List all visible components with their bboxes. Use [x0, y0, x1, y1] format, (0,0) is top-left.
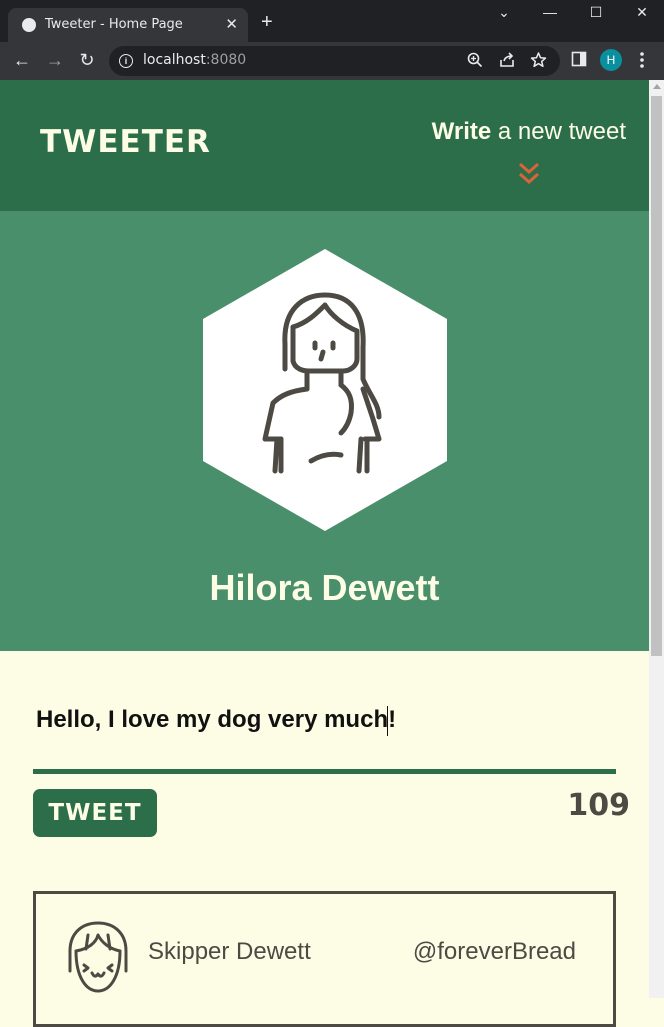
write-new-tweet-link[interactable]: Write a new tweet [432, 118, 626, 146]
maximize-button[interactable]: ☐ [586, 4, 606, 21]
close-tab-icon[interactable]: ✕ [225, 15, 238, 33]
site-header: Tweeter Write a new tweet [0, 80, 649, 211]
side-panel-icon[interactable] [571, 51, 587, 67]
character-counter: 109 [567, 788, 630, 823]
browser-toolbar: ← → ↻ i localhost:8080 H [0, 42, 664, 80]
tab-title: Tweeter - Home Page [45, 17, 183, 32]
zoom-icon[interactable] [467, 51, 483, 69]
profile-name: Hilora Dewett [209, 567, 440, 608]
globe-icon [22, 18, 36, 32]
browser-title-bar: Tweeter - Home Page ✕ + ⌄ — ☐ ✕ [0, 0, 664, 42]
url-text[interactable]: localhost:8080 [143, 52, 246, 68]
bookmark-star-icon[interactable] [530, 51, 547, 69]
minimize-button[interactable]: — [540, 4, 560, 20]
close-window-button[interactable]: ✕ [632, 4, 652, 21]
tweet-author-name: Skipper Dewett [148, 938, 311, 965]
profile-avatar-hexagon [203, 249, 447, 531]
user-avatar-icon [68, 921, 128, 993]
scrollbar[interactable] [649, 80, 664, 998]
site-info-icon[interactable]: i [119, 54, 133, 68]
share-icon[interactable] [499, 51, 515, 69]
compose-divider [33, 769, 616, 774]
tweet-button[interactable]: Tweet [33, 789, 157, 837]
site-logo[interactable]: Tweeter [40, 124, 211, 160]
tab-search-icon[interactable]: ⌄ [494, 4, 514, 21]
tweet-textarea[interactable]: Hello, I love my dog very much! [36, 706, 396, 734]
profile-avatar[interactable]: H [600, 49, 622, 71]
forward-icon[interactable]: → [45, 51, 65, 69]
address-bar[interactable]: i localhost:8080 [109, 46, 560, 76]
double-chevron-down-icon[interactable] [518, 162, 540, 186]
text-cursor [387, 706, 388, 736]
back-icon[interactable]: ← [12, 51, 32, 69]
scroll-up-arrow-icon[interactable] [653, 84, 661, 89]
browser-tab[interactable]: Tweeter - Home Page ✕ [8, 8, 248, 42]
tweet-author-handle: @foreverBread [412, 938, 576, 965]
tweet-card: Skipper Dewett @foreverBread [33, 891, 616, 1027]
kebab-menu-icon[interactable] [639, 51, 645, 69]
reload-icon[interactable]: ↻ [77, 51, 97, 69]
new-tab-button[interactable]: + [261, 12, 273, 32]
scrollbar-thumb[interactable] [651, 96, 662, 656]
profile-hero: Hilora Dewett [0, 211, 649, 651]
